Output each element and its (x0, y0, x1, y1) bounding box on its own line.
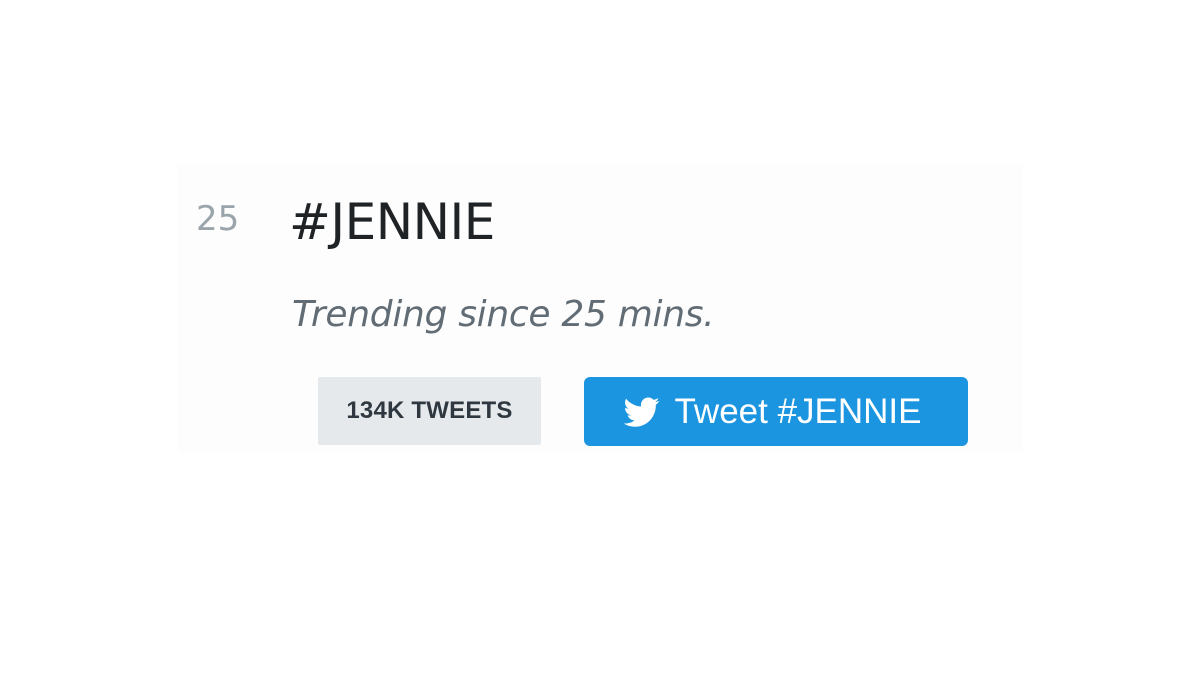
tweet-count-badge: 134K TWEETS (318, 377, 541, 445)
trend-hashtag[interactable]: #JENNIE (289, 193, 495, 251)
tweet-button-label: Tweet #JENNIE (674, 391, 922, 431)
twitter-bird-icon (622, 394, 662, 430)
trending-since-text: Trending since 25 mins. (292, 294, 715, 335)
trend-rank: 25 (196, 199, 240, 239)
tweet-hashtag-button[interactable]: Tweet #JENNIE (584, 377, 968, 446)
